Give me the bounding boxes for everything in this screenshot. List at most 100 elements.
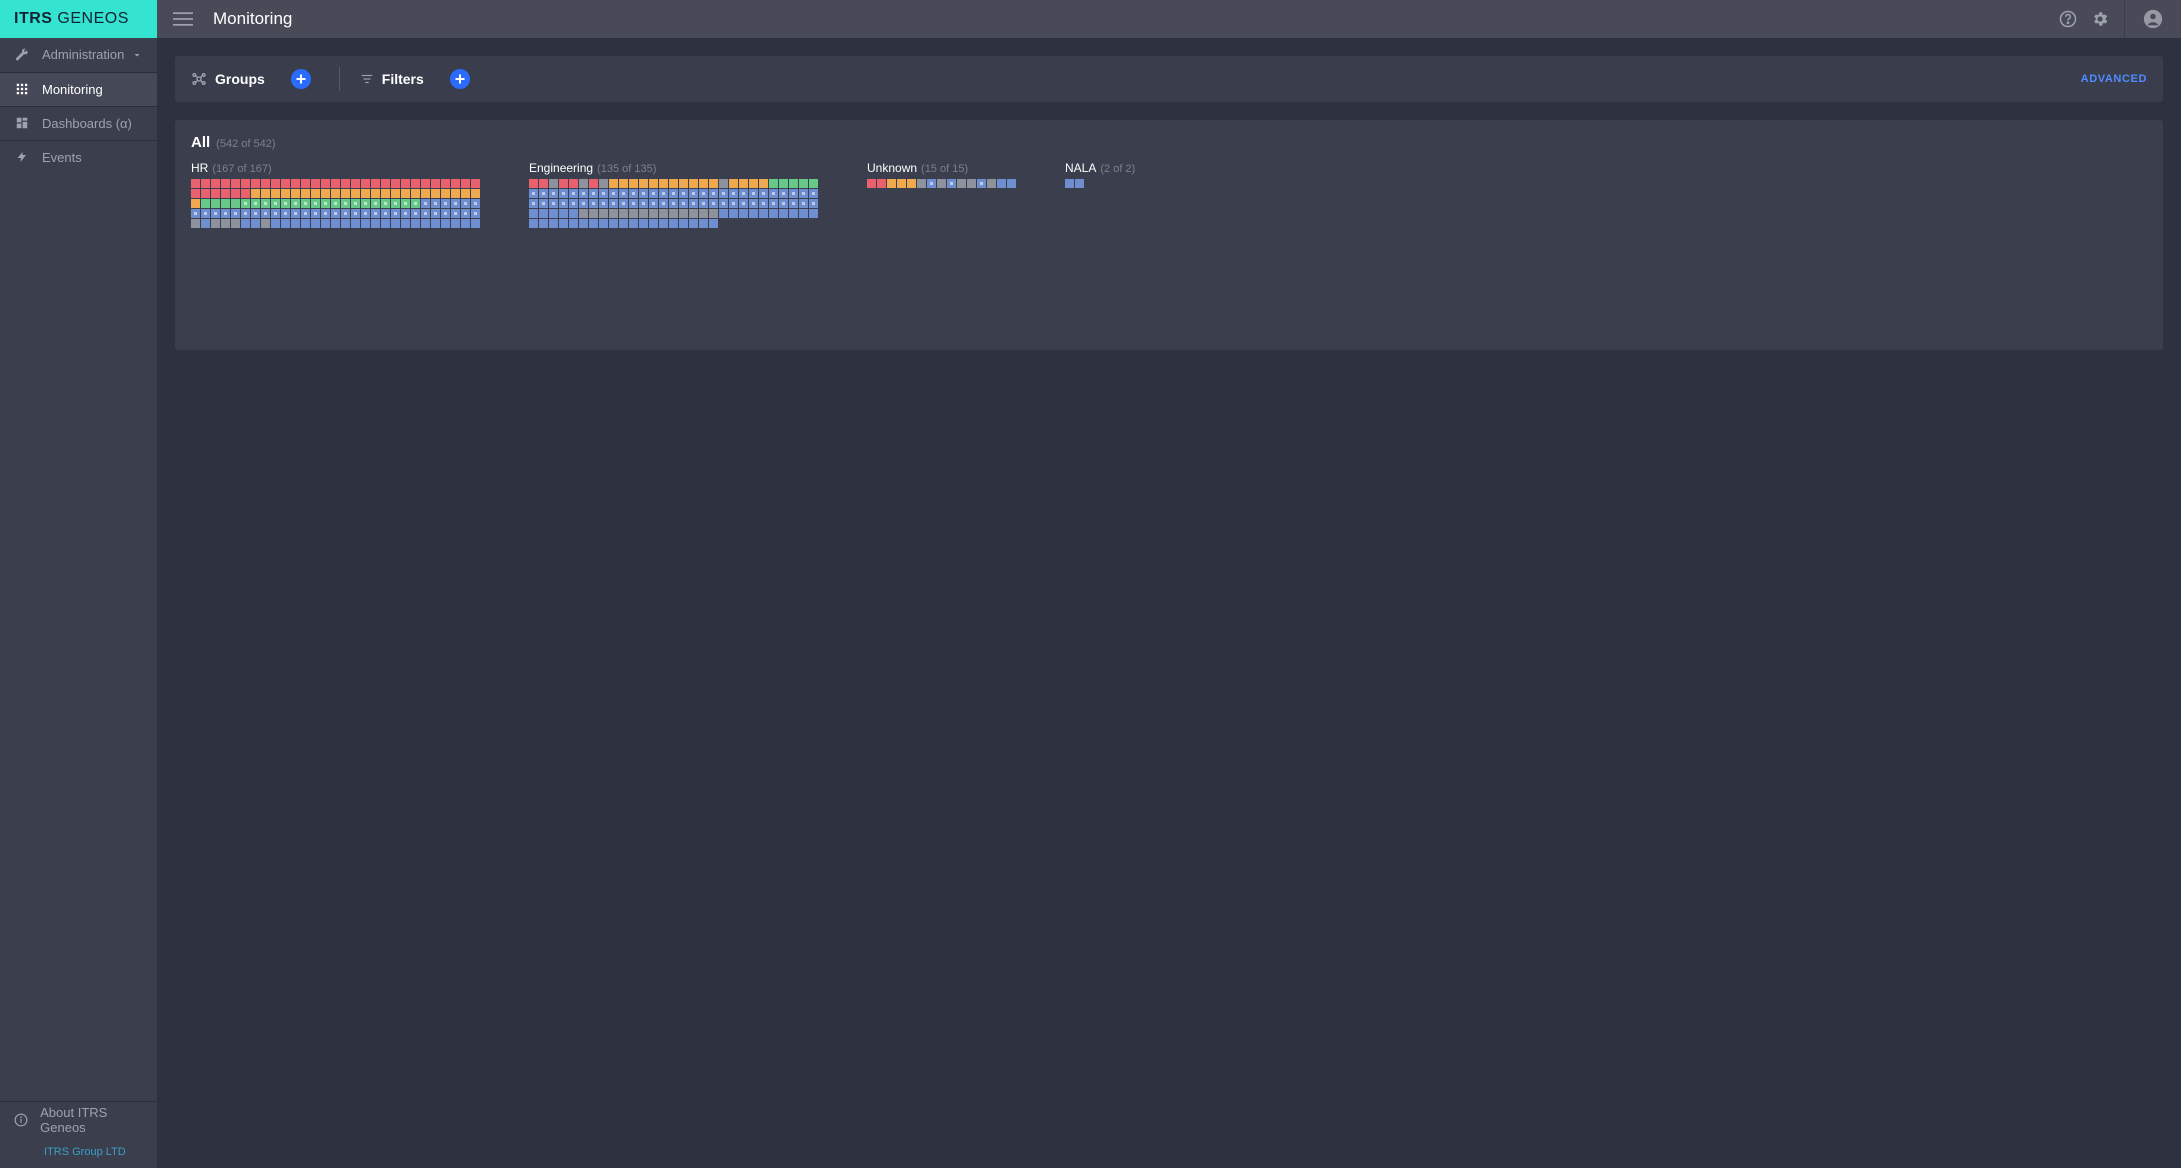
status-cell[interactable] [471, 209, 480, 218]
status-cell[interactable] [451, 189, 460, 198]
status-cell[interactable] [291, 189, 300, 198]
status-cell[interactable] [371, 209, 380, 218]
status-cell[interactable] [569, 219, 578, 228]
status-cell[interactable] [321, 179, 330, 188]
status-cell[interactable] [361, 179, 370, 188]
status-cell[interactable] [589, 189, 598, 198]
status-cell[interactable] [341, 199, 350, 208]
status-cell[interactable] [699, 199, 708, 208]
status-cell[interactable] [381, 199, 390, 208]
status-cell[interactable] [669, 209, 678, 218]
status-cell[interactable] [799, 179, 808, 188]
status-cell[interactable] [599, 219, 608, 228]
status-cell[interactable] [221, 199, 230, 208]
status-cell[interactable] [311, 219, 320, 228]
status-cell[interactable] [211, 199, 220, 208]
status-cell[interactable] [371, 179, 380, 188]
status-cell[interactable] [381, 209, 390, 218]
status-cell[interactable] [927, 179, 936, 188]
status-cell[interactable] [301, 179, 310, 188]
status-cell[interactable] [311, 199, 320, 208]
status-cell[interactable] [789, 209, 798, 218]
status-cell[interactable] [689, 219, 698, 228]
status-cell[interactable] [381, 189, 390, 198]
status-cell[interactable] [719, 199, 728, 208]
add-filter-button[interactable] [450, 69, 470, 89]
status-cell[interactable] [897, 179, 906, 188]
status-cell[interactable] [619, 219, 628, 228]
status-cell[interactable] [261, 189, 270, 198]
status-cell[interactable] [689, 179, 698, 188]
status-cell[interactable] [957, 179, 966, 188]
status-cell[interactable] [669, 189, 678, 198]
status-cell[interactable] [779, 199, 788, 208]
status-cell[interactable] [589, 219, 598, 228]
status-cell[interactable] [381, 179, 390, 188]
status-cell[interactable] [301, 209, 310, 218]
status-cell[interactable] [589, 179, 598, 188]
status-cell[interactable] [639, 209, 648, 218]
status-cell[interactable] [549, 189, 558, 198]
status-cell[interactable] [431, 199, 440, 208]
status-cell[interactable] [301, 189, 310, 198]
status-cell[interactable] [669, 179, 678, 188]
status-cell[interactable] [351, 179, 360, 188]
status-cell[interactable] [461, 189, 470, 198]
status-cell[interactable] [331, 179, 340, 188]
status-cell[interactable] [809, 209, 818, 218]
status-cell[interactable] [311, 179, 320, 188]
status-cell[interactable] [201, 219, 210, 228]
status-cell[interactable] [191, 189, 200, 198]
status-cell[interactable] [629, 199, 638, 208]
status-cell[interactable] [441, 189, 450, 198]
copyright-link[interactable]: ITRS Group LTD [0, 1138, 157, 1168]
status-cell[interactable] [411, 219, 420, 228]
status-cell[interactable] [401, 189, 410, 198]
status-cell[interactable] [361, 189, 370, 198]
status-cell[interactable] [251, 209, 260, 218]
status-cell[interactable] [729, 179, 738, 188]
status-cell[interactable] [877, 179, 886, 188]
status-cell[interactable] [1007, 179, 1016, 188]
status-cell[interactable] [659, 179, 668, 188]
status-cell[interactable] [331, 219, 340, 228]
status-cell[interactable] [659, 189, 668, 198]
status-cell[interactable] [809, 179, 818, 188]
status-cell[interactable] [789, 179, 798, 188]
sidebar-item-dashboards-[interactable]: Dashboards (α) [0, 106, 157, 140]
status-cell[interactable] [401, 219, 410, 228]
status-cell[interactable] [609, 179, 618, 188]
status-cell[interactable] [401, 179, 410, 188]
status-cell[interactable] [789, 199, 798, 208]
status-cell[interactable] [559, 209, 568, 218]
status-cell[interactable] [997, 179, 1006, 188]
status-cell[interactable] [867, 179, 876, 188]
status-cell[interactable] [451, 179, 460, 188]
status-cell[interactable] [629, 179, 638, 188]
status-cell[interactable] [421, 209, 430, 218]
status-cell[interactable] [739, 209, 748, 218]
status-cell[interactable] [629, 219, 638, 228]
status-cell[interactable] [351, 199, 360, 208]
status-cell[interactable] [321, 189, 330, 198]
status-cell[interactable] [739, 199, 748, 208]
status-cell[interactable] [609, 189, 618, 198]
status-cell[interactable] [401, 199, 410, 208]
status-cell[interactable] [231, 209, 240, 218]
status-cell[interactable] [311, 189, 320, 198]
status-cell[interactable] [461, 179, 470, 188]
status-cell[interactable] [669, 199, 678, 208]
status-cell[interactable] [431, 219, 440, 228]
status-cell[interactable] [461, 199, 470, 208]
status-cell[interactable] [719, 209, 728, 218]
status-cell[interactable] [391, 179, 400, 188]
status-cell[interactable] [569, 199, 578, 208]
status-cell[interactable] [709, 179, 718, 188]
status-cell[interactable] [421, 219, 430, 228]
status-cell[interactable] [579, 189, 588, 198]
status-cell[interactable] [769, 179, 778, 188]
status-cell[interactable] [749, 189, 758, 198]
status-cell[interactable] [679, 219, 688, 228]
status-cell[interactable] [261, 219, 270, 228]
about-link[interactable]: About ITRS Geneos [0, 1102, 157, 1138]
